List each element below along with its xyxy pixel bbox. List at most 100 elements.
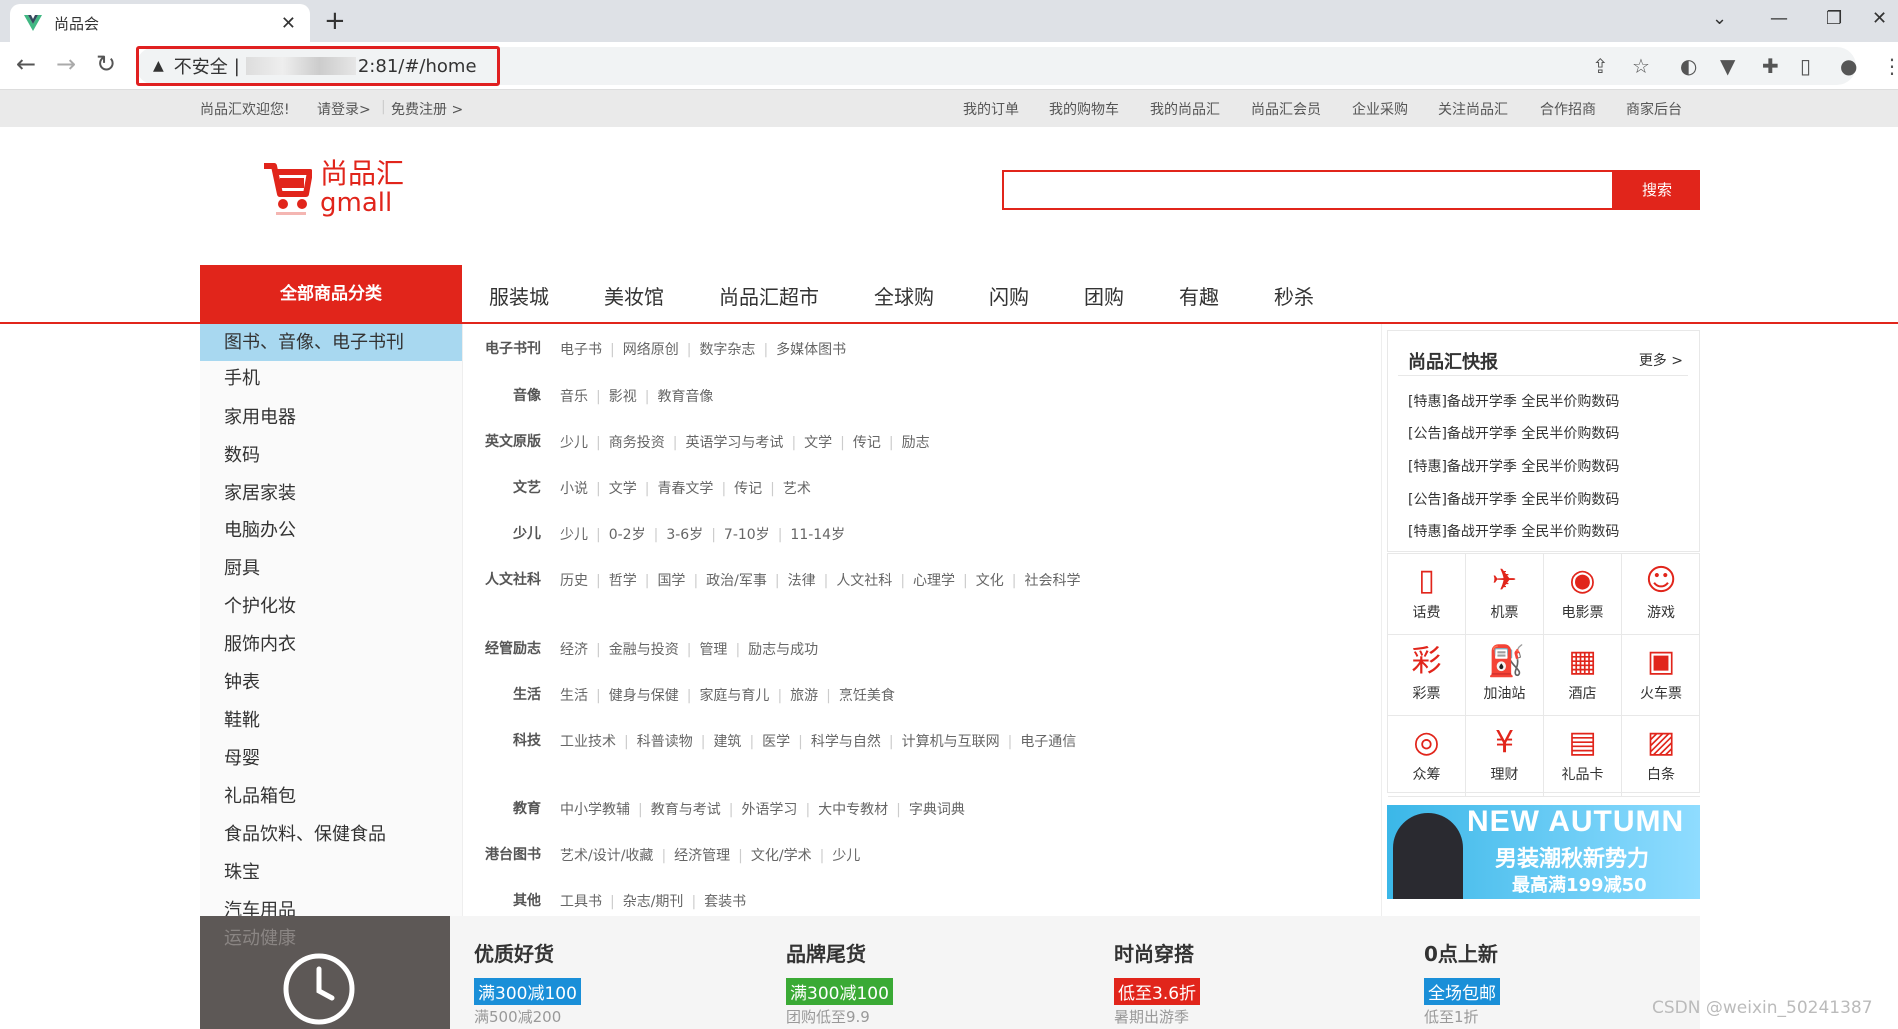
subcategory-link[interactable]: 哲学 [609, 573, 637, 589]
category-row-label[interactable]: 经管励志 [485, 638, 541, 658]
service-phone[interactable]: ▯ 话费 [1388, 554, 1466, 635]
extension-icon[interactable]: ◐ [1680, 54, 1697, 78]
window-close-icon[interactable]: ✕ [1872, 8, 1887, 29]
sidebar-category-item[interactable]: 厨具 [200, 550, 462, 587]
nav-item-group[interactable]: 团购 [1084, 281, 1124, 310]
puzzle-icon[interactable]: ✚ [1762, 54, 1779, 78]
minimize-icon[interactable]: — [1770, 8, 1788, 29]
search-button[interactable]: 搜索 [1614, 170, 1700, 210]
subcategory-link[interactable]: 多媒体图书 [776, 342, 846, 358]
subcategory-link[interactable]: 家庭与育儿 [699, 688, 769, 704]
subcategory-link[interactable]: 政治/军事 [706, 573, 767, 589]
subcategory-link[interactable]: 社会科学 [1024, 573, 1080, 589]
service-film[interactable]: ◉ 电影票 [1544, 554, 1622, 635]
subcategory-link[interactable]: 艺术/设计/收藏 [560, 848, 653, 864]
autumn-banner[interactable]: NEW AUTUMN 男装潮秋新势力 最高满199减50 [1387, 805, 1700, 899]
news-more-link[interactable]: 更多 > [1639, 350, 1683, 370]
flash-sale-clock[interactable]: 运动健康 [200, 916, 450, 1029]
news-item[interactable]: [特惠]备战开学季 全民半价购数码 [1408, 391, 1619, 411]
subcategory-link[interactable]: 杂志/期刊 [623, 894, 684, 910]
share-icon[interactable]: ⇪ [1592, 54, 1609, 78]
url-field[interactable]: ▲ 不安全 | 2:81/#/home [136, 46, 500, 86]
vue-devtools-icon[interactable]: ▼ [1720, 54, 1735, 78]
back-icon[interactable]: ← [16, 50, 36, 78]
link-membership[interactable]: 尚品汇会员 [1251, 99, 1321, 119]
nav-item-supermarket[interactable]: 尚品汇超市 [719, 281, 819, 310]
subcategory-link[interactable]: 少儿 [832, 848, 860, 864]
subcategory-link[interactable]: 艺术 [783, 481, 811, 497]
browser-tab[interactable]: 尚品会 ✕ [10, 4, 310, 42]
link-enterprise[interactable]: 企业采购 [1352, 99, 1408, 119]
subcategory-link[interactable]: 音乐 [560, 389, 588, 405]
subcategory-link[interactable]: 3-6岁 [666, 527, 703, 543]
news-item[interactable]: [公告]备战开学季 全民半价购数码 [1408, 423, 1619, 443]
service-lottery[interactable]: 彩彩票 [1388, 635, 1466, 716]
subcategory-link[interactable]: 励志与成功 [748, 642, 818, 658]
subcategory-link[interactable]: 经济 [560, 642, 588, 658]
subcategory-link[interactable]: 青春文学 [657, 481, 713, 497]
subcategory-link[interactable]: 传记 [734, 481, 762, 497]
category-row-label[interactable]: 科技 [513, 730, 541, 750]
subcategory-link[interactable]: 旅游 [790, 688, 818, 704]
sidebar-category-item[interactable]: 礼品箱包 [200, 778, 462, 815]
category-row-label[interactable]: 其他 [513, 890, 541, 910]
reload-icon[interactable]: ↻ [96, 50, 116, 78]
subcategory-link[interactable]: 经济管理 [674, 848, 730, 864]
subcategory-link[interactable]: 字典词典 [909, 802, 965, 818]
sidebar-category-item[interactable]: 珠宝 [200, 854, 462, 891]
subcategory-link[interactable]: 工业技术 [560, 734, 616, 750]
promo-card[interactable]: 品牌尾货 满300减100 团购低至9.9 [762, 916, 1062, 1029]
nav-item-beauty[interactable]: 美妆馆 [604, 281, 664, 310]
sidebar-category-item[interactable]: 数码 [200, 437, 462, 474]
link-my-cart[interactable]: 我的购物车 [1049, 99, 1119, 119]
subcategory-link[interactable]: 文学 [804, 435, 832, 451]
news-item[interactable]: [公告]备战开学季 全民半价购数码 [1408, 489, 1619, 509]
sidebar-category-item[interactable]: 食品饮料、保健食品 [200, 816, 462, 853]
category-row-label[interactable]: 人文社科 [485, 569, 541, 589]
subcategory-link[interactable]: 11-14岁 [790, 527, 845, 543]
menu-icon[interactable]: ⋮ [1882, 54, 1898, 78]
nav-item-flash[interactable]: 闪购 [989, 281, 1029, 310]
nav-item-fun[interactable]: 有趣 [1179, 281, 1219, 310]
site-logo[interactable]: 尚品汇 gmall [262, 158, 404, 218]
search-input[interactable] [1002, 170, 1614, 210]
all-categories-button[interactable]: 全部商品分类 [200, 265, 462, 324]
subcategory-link[interactable]: 建筑 [713, 734, 741, 750]
bookmark-star-icon[interactable]: ☆ [1632, 54, 1650, 78]
warning-icon[interactable]: ▲ [153, 58, 164, 74]
subcategory-link[interactable]: 网络原创 [623, 342, 679, 358]
category-row-label[interactable]: 少儿 [513, 523, 541, 543]
subcategory-link[interactable]: 中小学教辅 [560, 802, 630, 818]
category-row-label[interactable]: 音像 [513, 385, 541, 405]
subcategory-link[interactable]: 数字杂志 [699, 342, 755, 358]
sidebar-category-item[interactable]: 钟表 [200, 664, 462, 701]
service-train[interactable]: ▣ 火车票 [1622, 635, 1700, 716]
subcategory-link[interactable]: 少儿 [560, 527, 588, 543]
sidebar-category-item[interactable]: 手机 [200, 360, 462, 397]
subcategory-link[interactable]: 小说 [560, 481, 588, 497]
category-row-label[interactable]: 文艺 [513, 477, 541, 497]
subcategory-link[interactable]: 法律 [788, 573, 816, 589]
sidebar-category-item[interactable]: 电脑办公 [200, 512, 462, 549]
link-partner[interactable]: 合作招商 [1540, 99, 1596, 119]
service-plane[interactable]: ✈ 机票 [1466, 554, 1544, 635]
service-credit[interactable]: ▨ 白条 [1622, 716, 1700, 797]
subcategory-link[interactable]: 文化/学术 [751, 848, 812, 864]
subcategory-link[interactable]: 科普读物 [637, 734, 693, 750]
subcategory-link[interactable]: 心理学 [913, 573, 955, 589]
sidepanel-icon[interactable]: ▯ [1800, 54, 1811, 78]
subcategory-link[interactable]: 医学 [762, 734, 790, 750]
subcategory-link[interactable]: 传记 [853, 435, 881, 451]
service-fuel[interactable]: ⛽ 加油站 [1466, 635, 1544, 716]
category-row-label[interactable]: 港台图书 [485, 844, 541, 864]
subcategory-link[interactable]: 套装书 [704, 894, 746, 910]
close-tab-icon[interactable]: ✕ [281, 13, 296, 34]
category-row-label[interactable]: 生活 [513, 684, 541, 704]
subcategory-link[interactable]: 历史 [560, 573, 588, 589]
subcategory-link[interactable]: 计算机与互联网 [902, 734, 1000, 750]
link-my-account[interactable]: 我的尚品汇 [1150, 99, 1220, 119]
subcategory-link[interactable]: 科学与自然 [811, 734, 881, 750]
category-row-label[interactable]: 教育 [513, 798, 541, 818]
subcategory-link[interactable]: 金融与投资 [609, 642, 679, 658]
subcategory-link[interactable]: 烹饪美食 [839, 688, 895, 704]
